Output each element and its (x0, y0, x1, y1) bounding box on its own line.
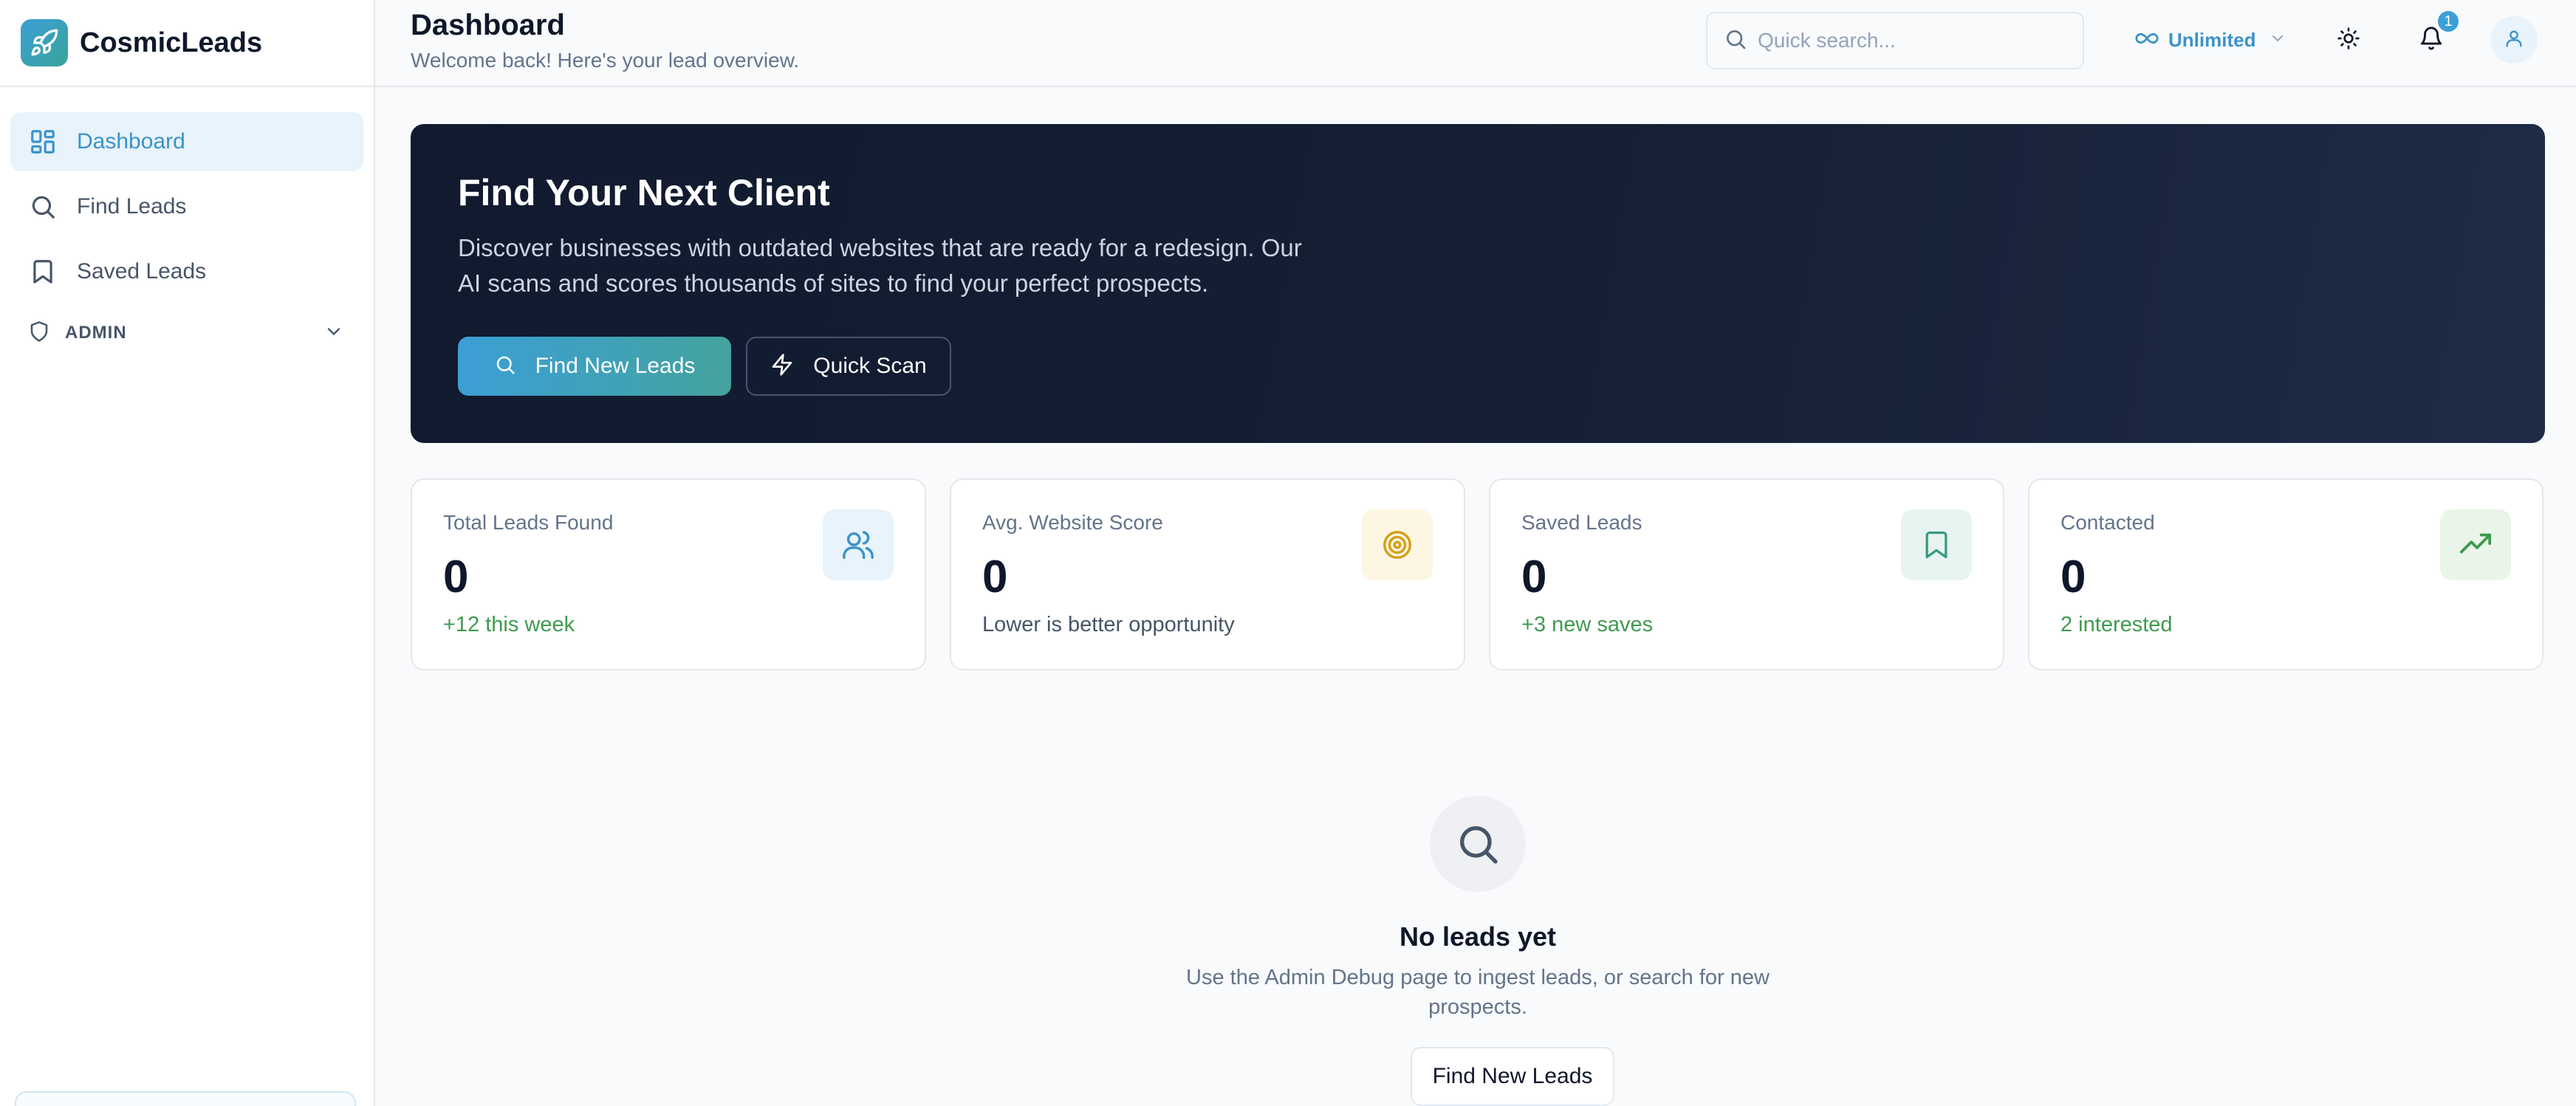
sun-icon (2337, 27, 2360, 54)
sidebar-bottom-card[interactable] (15, 1091, 356, 1106)
chevron-down-icon (323, 321, 344, 346)
main-content: Find Your Next Client Discover businesse… (375, 87, 2576, 1106)
notifications-button[interactable]: 1 (2408, 9, 2461, 63)
stat-value: 0 (1521, 552, 1547, 602)
button-label: Quick Scan (813, 354, 927, 378)
notification-badge: 1 (2436, 9, 2461, 34)
app-root: CosmicLeads Dashboard Find Leads Saved L… (0, 0, 2576, 1106)
top-header: Dashboard Welcome back! Here's your lead… (375, 0, 2576, 87)
search-icon (1724, 27, 1747, 55)
trending-up-icon (2440, 509, 2511, 580)
shield-icon (28, 320, 50, 346)
infinity-icon (2134, 26, 2159, 55)
hero-banner: Find Your Next Client Discover businesse… (411, 124, 2545, 443)
plan-selector[interactable]: Unlimited (2125, 21, 2295, 59)
quick-search[interactable] (1706, 12, 2084, 69)
plan-label: Unlimited (2168, 28, 2256, 51)
search-icon (494, 354, 516, 379)
stat-card-saved-leads: Saved Leads 0 +3 new saves (1489, 478, 2004, 670)
sidebar-item-saved-leads[interactable]: Saved Leads (10, 242, 363, 301)
dashboard-grid-icon (28, 127, 58, 157)
stat-card-total-leads: Total Leads Found 0 +12 this week (411, 478, 926, 670)
sidebar-section-label: ADMIN (65, 323, 127, 343)
page-subtitle: Welcome back! Here's your lead overview. (411, 49, 800, 72)
stat-card-avg-score: Avg. Website Score 0 Lower is better opp… (950, 478, 1465, 670)
lightning-icon (770, 353, 794, 380)
sidebar-nav: Dashboard Find Leads Saved Leads ADMIN (0, 87, 374, 359)
hero-title: Find Your Next Client (458, 172, 830, 213)
stat-label: Contacted (2061, 511, 2155, 534)
sidebar-item-label: Dashboard (77, 129, 185, 154)
stat-subtext: +3 new saves (1521, 613, 1654, 636)
quick-scan-button[interactable]: Quick Scan (746, 337, 951, 396)
stat-label: Saved Leads (1521, 511, 1642, 534)
sidebar-item-label: Saved Leads (77, 259, 207, 284)
find-new-leads-button[interactable]: Find New Leads (458, 337, 731, 396)
user-icon (2504, 28, 2524, 52)
button-label: Find New Leads (535, 354, 696, 378)
stat-label: Avg. Website Score (982, 511, 1163, 534)
stat-subtext: 2 interested (2061, 613, 2173, 636)
sidebar-item-label: Find Leads (77, 194, 187, 219)
search-icon (28, 192, 58, 221)
bookmark-icon (1901, 509, 1972, 580)
target-icon (1362, 509, 1433, 580)
bookmark-icon (28, 257, 58, 286)
users-icon (823, 509, 894, 580)
sidebar-item-find-leads[interactable]: Find Leads (10, 177, 363, 236)
empty-state-title: No leads yet (1399, 921, 1557, 952)
stats-row: Total Leads Found 0 +12 this week Avg. W… (411, 478, 2545, 670)
chevron-down-icon (2269, 30, 2286, 51)
hero-description: Discover businesses with outdated websit… (458, 234, 1302, 297)
search-input[interactable] (1758, 29, 2068, 52)
rocket-logo-icon (21, 19, 68, 66)
page-title: Dashboard (411, 9, 565, 41)
stat-subtext: +12 this week (443, 613, 575, 636)
theme-toggle-button[interactable] (2325, 16, 2372, 63)
sidebar: CosmicLeads Dashboard Find Leads Saved L… (0, 0, 375, 1106)
brand[interactable]: CosmicLeads (0, 0, 374, 87)
search-icon (1430, 796, 1526, 892)
brand-name: CosmicLeads (80, 27, 263, 58)
stat-label: Total Leads Found (443, 511, 614, 534)
sidebar-section-admin[interactable]: ADMIN (10, 307, 363, 359)
stat-subtext: Lower is better opportunity (982, 613, 1235, 636)
avatar[interactable] (2490, 16, 2538, 63)
empty-state-text: Use the Admin Debug page to ingest leads… (1186, 966, 1770, 1019)
stat-card-contacted: Contacted 0 2 interested (2028, 478, 2544, 670)
sidebar-item-dashboard[interactable]: Dashboard (10, 112, 363, 171)
empty-find-new-leads-button[interactable]: Find New Leads (1411, 1047, 1614, 1106)
stat-value: 0 (982, 552, 1008, 602)
stat-value: 0 (443, 552, 469, 602)
empty-state: No leads yet Use the Admin Debug page to… (411, 796, 2545, 1106)
stat-value: 0 (2061, 552, 2086, 602)
